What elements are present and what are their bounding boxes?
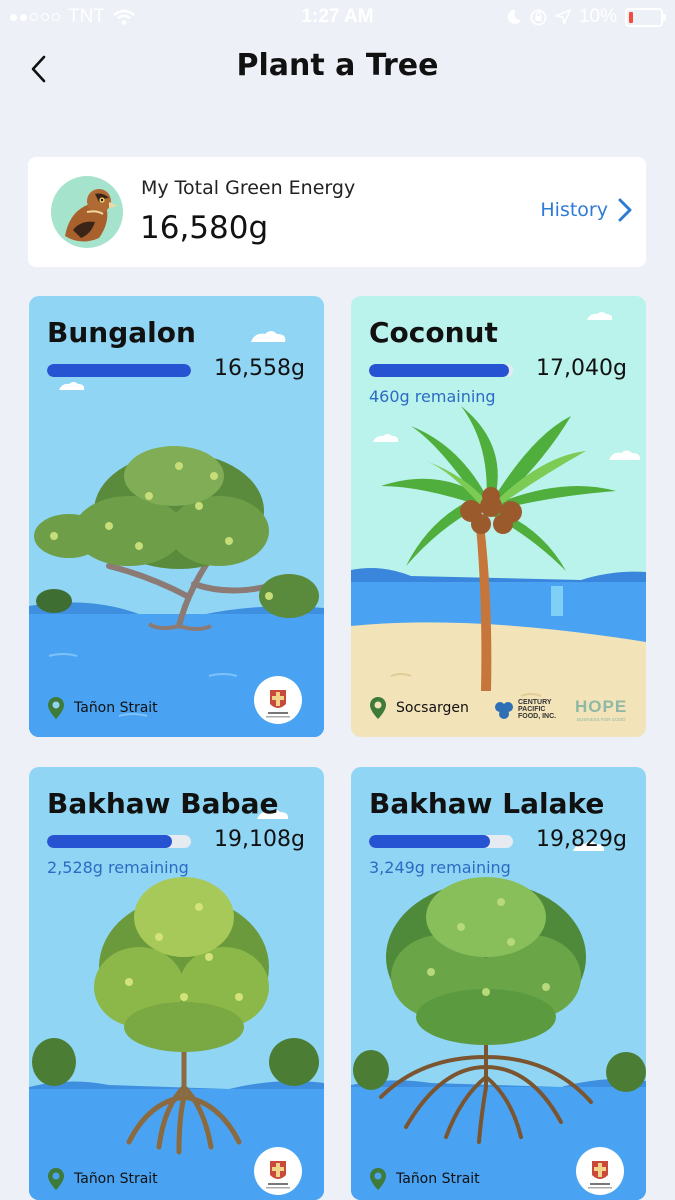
location-pin-icon xyxy=(370,1168,386,1190)
location: Tañon Strait xyxy=(47,696,158,720)
remaining-text: 3,249g remaining xyxy=(369,858,511,877)
tree-target: 17,040g xyxy=(536,356,627,381)
progress-fill xyxy=(369,364,509,377)
location-pin-icon xyxy=(48,1168,64,1190)
green-energy-card: My Total Green Energy 16,580g History xyxy=(28,157,646,267)
battery-icon xyxy=(625,7,666,27)
rafi-logo xyxy=(254,676,302,728)
progress-fill xyxy=(47,835,173,848)
progress-bar xyxy=(369,364,513,377)
progress-fill xyxy=(47,364,191,377)
tree-name: Bakhaw Lalake xyxy=(369,787,605,820)
chevron-right-icon xyxy=(618,198,632,222)
rafi-logo xyxy=(254,1147,302,1199)
tree-name: Bakhaw Babae xyxy=(47,787,279,820)
hope-text: HOPE xyxy=(575,697,628,716)
tree-target: 19,829g xyxy=(536,827,627,852)
progress-bar xyxy=(47,835,191,848)
hope-subtext: BUSINESS FOR GOOD xyxy=(576,717,626,722)
status-bar: TNT 1:27 AM 10% xyxy=(0,0,675,36)
century-text-1: CENTURY xyxy=(518,699,552,706)
location-arrow-icon xyxy=(555,9,571,25)
tree-card-bakhaw-lalake[interactable]: Bakhaw Lalake 19,829g 3,249g remaining T… xyxy=(351,767,646,1200)
lock-rotation-icon xyxy=(530,9,547,25)
remaining-text: 2,528g remaining xyxy=(47,858,189,877)
century-text-3: FOOD, INC. xyxy=(518,713,557,720)
history-label: History xyxy=(540,199,608,221)
page-title: Plant a Tree xyxy=(236,48,439,83)
tree-target: 16,558g xyxy=(214,356,305,381)
history-link[interactable]: History xyxy=(540,198,632,222)
battery-percent: 10% xyxy=(578,6,617,27)
green-energy-value: 16,580g xyxy=(140,210,269,246)
location-label: Socsargen xyxy=(396,700,469,716)
green-energy-label: My Total Green Energy xyxy=(141,177,356,199)
location-pin-icon xyxy=(48,697,64,719)
location-pin-icon xyxy=(370,697,386,719)
location-label: Tañon Strait xyxy=(74,1171,158,1187)
century-text-2: PACIFIC xyxy=(518,706,546,713)
progress-bar xyxy=(47,364,191,377)
remaining-text: 460g remaining xyxy=(369,387,496,406)
hope-logo: HOPE BUSINESS FOR GOOD xyxy=(575,697,627,722)
tree-name: Bungalon xyxy=(47,316,196,349)
century-pacific-logo: CENTURY PACIFIC FOOD, INC. xyxy=(494,699,556,720)
avatar xyxy=(51,176,123,248)
tree-name: Coconut xyxy=(369,316,498,349)
location-label: Tañon Strait xyxy=(396,1171,480,1187)
tree-card-bungalon[interactable]: Bungalon 16,558g Tañon Strait xyxy=(29,296,324,737)
tree-card-bakhaw-babae[interactable]: Bakhaw Babae 19,108g 2,528g remaining Ta… xyxy=(29,767,324,1200)
tree-card-coconut[interactable]: Coconut 17,040g 460g remaining Socsargen… xyxy=(351,296,646,737)
location: Socsargen xyxy=(369,696,469,720)
tree-target: 19,108g xyxy=(214,827,305,852)
progress-bar xyxy=(369,835,513,848)
rafi-logo xyxy=(576,1147,624,1199)
location-label: Tañon Strait xyxy=(74,700,158,716)
progress-fill xyxy=(369,835,490,848)
location: Tañon Strait xyxy=(47,1167,158,1191)
moon-icon xyxy=(507,9,521,24)
location: Tañon Strait xyxy=(369,1167,480,1191)
